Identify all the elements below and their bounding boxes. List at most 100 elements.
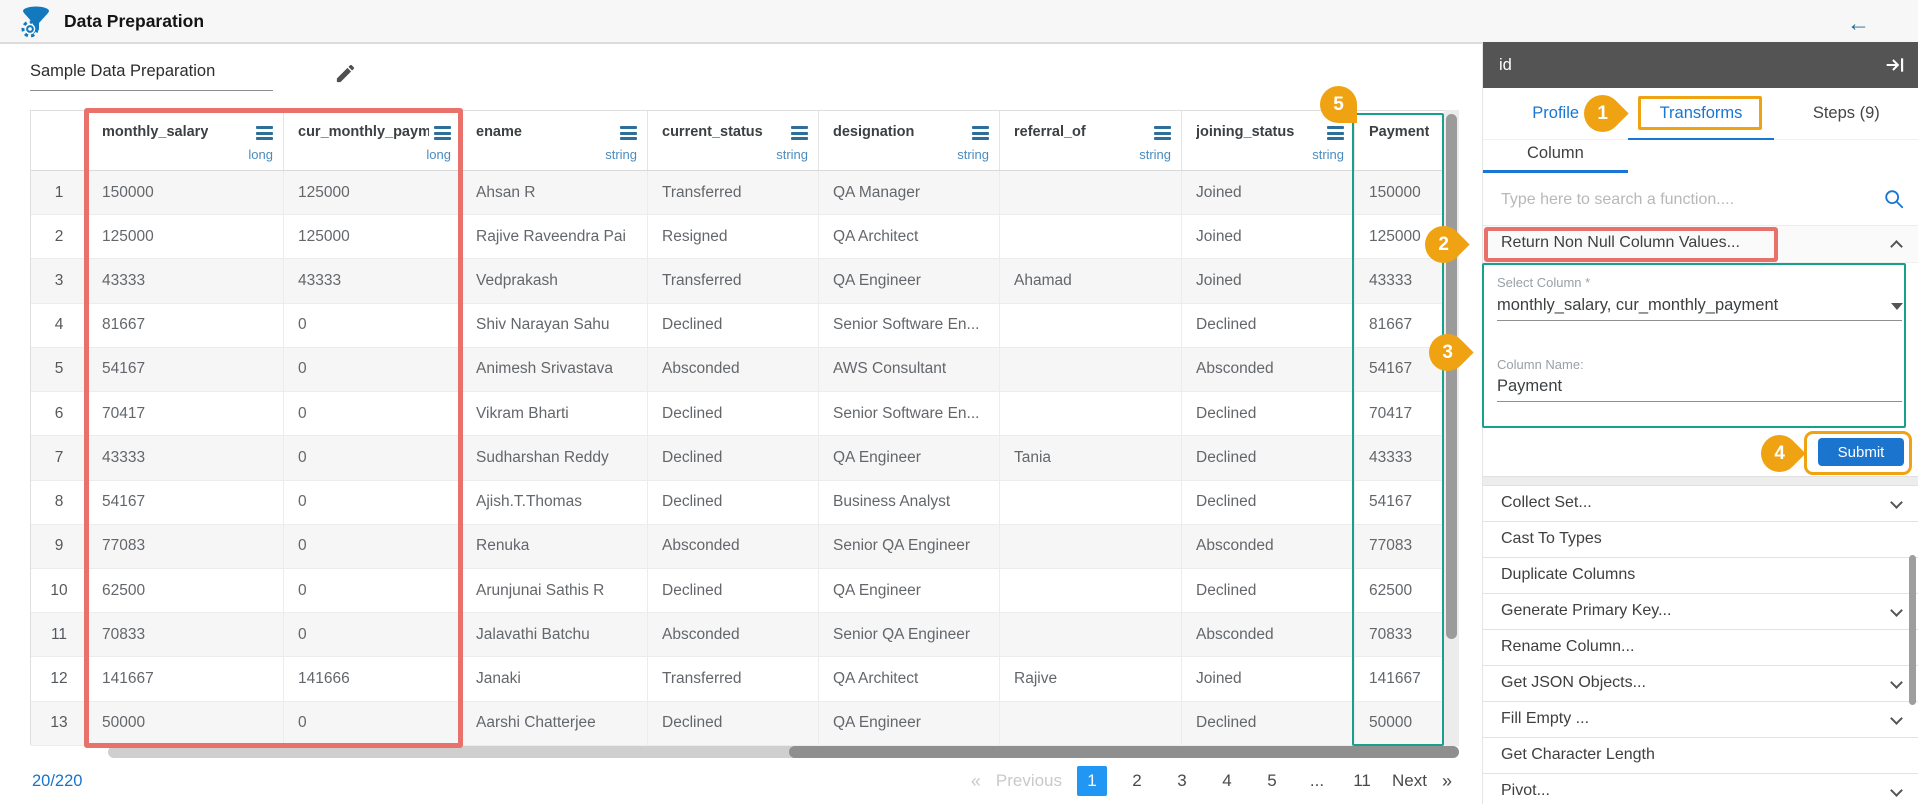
row-number: 8 bbox=[31, 481, 87, 524]
table-cell: 141667 bbox=[87, 657, 283, 700]
table-row[interactable]: 9770830RenukaAbscondedSenior QA Engineer… bbox=[31, 525, 1458, 569]
table-cell: QA Architect bbox=[818, 657, 999, 700]
tab-steps[interactable]: Steps (9) bbox=[1774, 88, 1918, 139]
back-arrow-icon[interactable]: ← bbox=[1847, 10, 1870, 37]
function-item[interactable]: Duplicate Columns bbox=[1483, 558, 1918, 594]
column-type-label: string bbox=[957, 147, 989, 162]
dropdown-caret-icon[interactable] bbox=[1891, 303, 1903, 310]
table-row[interactable]: 1150000125000Ahsan RTransferredQA Manage… bbox=[31, 171, 1458, 215]
column-header-cur_monthly_paym[interactable]: cur_monthly_paym...long bbox=[283, 111, 461, 170]
table-cell: Sudharshan Reddy bbox=[461, 436, 647, 479]
function-item[interactable]: Generate Primary Key... bbox=[1483, 594, 1918, 630]
first-page-arrow[interactable]: « bbox=[971, 771, 981, 792]
table-row[interactable]: 2125000125000Rajive Raveendra PaiResigne… bbox=[31, 215, 1458, 259]
table-row[interactable]: 11708330Jalavathi BatchuAbscondedSenior … bbox=[31, 613, 1458, 657]
sidebar-scrollbar-thumb[interactable] bbox=[1909, 555, 1916, 705]
page-button-11[interactable]: 11 bbox=[1347, 766, 1377, 796]
table-row[interactable]: 12141667141666JanakiTransferredQA Archit… bbox=[31, 657, 1458, 701]
column-menu-icon[interactable] bbox=[972, 126, 989, 143]
table-cell: Senior Software En... bbox=[818, 392, 999, 435]
table-cell: Resigned bbox=[647, 215, 818, 258]
table-cell: Declined bbox=[647, 481, 818, 524]
app-bar: Data Preparation bbox=[0, 0, 1918, 44]
column-menu-icon[interactable] bbox=[791, 126, 808, 143]
table-row[interactable]: 13500000Aarshi ChatterjeeDeclinedQA Engi… bbox=[31, 702, 1458, 746]
edit-pencil-icon[interactable] bbox=[334, 62, 357, 85]
table-cell: Joined bbox=[1181, 657, 1354, 700]
last-page-arrow[interactable]: » bbox=[1442, 771, 1452, 792]
page-button-5[interactable]: 5 bbox=[1257, 766, 1287, 796]
column-name-label: monthly_salary bbox=[102, 124, 208, 140]
function-item[interactable]: Get Character Length bbox=[1483, 738, 1918, 774]
table-cell bbox=[999, 613, 1181, 656]
table-body: 1150000125000Ahsan RTransferredQA Manage… bbox=[31, 171, 1458, 746]
subtab-column-label[interactable]: Column bbox=[1527, 144, 1584, 163]
table-row[interactable]: 10625000Arunjunai Sathis RDeclinedQA Eng… bbox=[31, 569, 1458, 613]
table-cell: Senior Software En... bbox=[818, 304, 999, 347]
chevron-down-icon bbox=[1890, 784, 1903, 797]
function-item[interactable]: Cast To Types bbox=[1483, 522, 1918, 558]
column-menu-icon[interactable] bbox=[1327, 126, 1344, 143]
table-cell: Declined bbox=[1181, 392, 1354, 435]
chevron-down-icon bbox=[1890, 676, 1903, 689]
select-column-value[interactable]: monthly_salary, cur_monthly_payment bbox=[1497, 296, 1778, 315]
column-menu-icon[interactable] bbox=[620, 126, 637, 143]
table-cell: Arunjunai Sathis R bbox=[461, 569, 647, 612]
function-return-non-null[interactable]: Return Non Null Column Values... bbox=[1483, 226, 1918, 263]
function-item[interactable]: Get JSON Objects... bbox=[1483, 666, 1918, 702]
column-header-Payment[interactable]: Payment bbox=[1354, 111, 1444, 170]
page-button-3[interactable]: 3 bbox=[1167, 766, 1197, 796]
step-badge-5: 5 bbox=[1320, 86, 1357, 123]
table-row[interactable]: 8541670Ajish.T.ThomasDeclinedBusiness An… bbox=[31, 481, 1458, 525]
column-name-label: joining_status bbox=[1196, 124, 1294, 140]
column-header-referral_of[interactable]: referral_ofstring bbox=[999, 111, 1181, 170]
column-header-monthly_salary[interactable]: monthly_salarylong bbox=[87, 111, 283, 170]
tab-transforms[interactable]: Transforms bbox=[1628, 88, 1773, 139]
table-cell: 0 bbox=[283, 613, 461, 656]
collapse-panel-icon[interactable] bbox=[1885, 56, 1905, 74]
horizontal-scrollbar-thumb[interactable] bbox=[789, 746, 1459, 758]
column-header-ename[interactable]: enamestring bbox=[461, 111, 647, 170]
column-menu-icon[interactable] bbox=[434, 126, 451, 143]
column-menu-icon[interactable] bbox=[256, 126, 273, 143]
submit-button[interactable]: Submit bbox=[1818, 438, 1904, 466]
prep-name-field[interactable]: Sample Data Preparation bbox=[30, 62, 273, 91]
row-number: 13 bbox=[31, 702, 87, 745]
row-count-label[interactable]: 20/220 bbox=[32, 772, 82, 791]
function-item[interactable]: Pivot... bbox=[1483, 774, 1918, 804]
next-page-button[interactable]: Next bbox=[1392, 766, 1427, 796]
row-number: 3 bbox=[31, 259, 87, 302]
table-cell: 0 bbox=[283, 569, 461, 612]
table-row[interactable]: 5541670Animesh SrivastavaAbscondedAWS Co… bbox=[31, 348, 1458, 392]
table-row[interactable]: 7433330Sudharshan ReddyDeclinedQA Engine… bbox=[31, 436, 1458, 480]
function-item[interactable]: Fill Empty ... bbox=[1483, 702, 1918, 738]
column-menu-icon[interactable] bbox=[1154, 126, 1171, 143]
function-search-input[interactable] bbox=[1501, 185, 1861, 215]
table-horizontal-scrollbar[interactable] bbox=[108, 746, 1459, 758]
column-name-input[interactable]: Payment bbox=[1497, 377, 1562, 396]
table-cell: 43333 bbox=[1354, 259, 1444, 302]
page-button-4[interactable]: 4 bbox=[1212, 766, 1242, 796]
column-header-designation[interactable]: designationstring bbox=[818, 111, 999, 170]
table-cell: Vikram Bharti bbox=[461, 392, 647, 435]
table-row[interactable]: 6704170Vikram BhartiDeclinedSenior Softw… bbox=[31, 392, 1458, 436]
function-item[interactable]: Collect Set... bbox=[1483, 486, 1918, 522]
table-row[interactable]: 4816670Shiv Narayan SahuDeclinedSenior S… bbox=[31, 304, 1458, 348]
vertical-scrollbar-thumb[interactable] bbox=[1446, 114, 1457, 639]
page-button-2[interactable]: 2 bbox=[1122, 766, 1152, 796]
table-cell: 125000 bbox=[87, 215, 283, 258]
page-button-1[interactable]: 1 bbox=[1077, 766, 1107, 796]
function-item[interactable]: Rename Column... bbox=[1483, 630, 1918, 666]
table-vertical-scrollbar[interactable] bbox=[1444, 110, 1459, 746]
table-cell: Rajive bbox=[999, 657, 1181, 700]
table-cell: Declined bbox=[1181, 481, 1354, 524]
previous-page-button[interactable]: Previous bbox=[996, 771, 1062, 791]
table-cell bbox=[999, 215, 1181, 258]
function-search bbox=[1483, 173, 1918, 226]
table-cell: Absconded bbox=[647, 613, 818, 656]
search-icon[interactable] bbox=[1883, 188, 1905, 210]
page-button-...[interactable]: ... bbox=[1302, 766, 1332, 796]
table-row[interactable]: 34333343333VedprakashTransferredQA Engin… bbox=[31, 259, 1458, 303]
table-cell: Renuka bbox=[461, 525, 647, 568]
column-header-current_status[interactable]: current_statusstring bbox=[647, 111, 818, 170]
